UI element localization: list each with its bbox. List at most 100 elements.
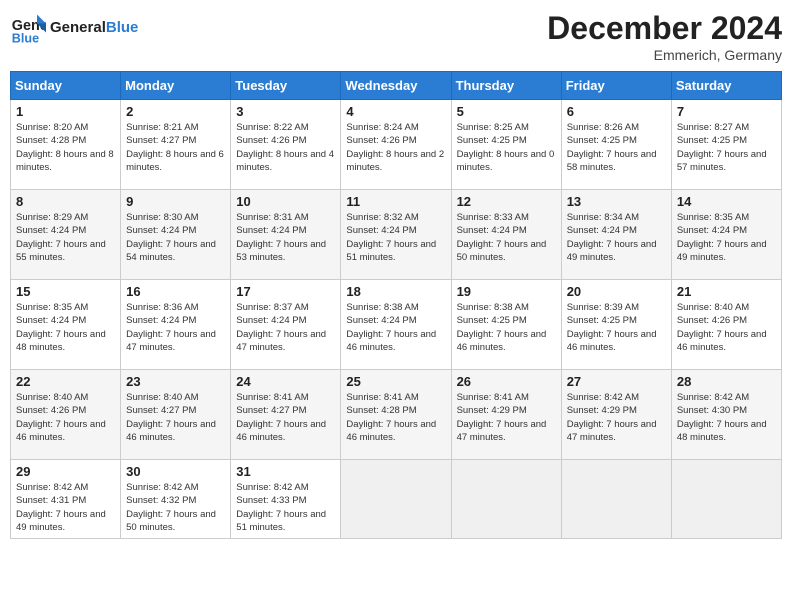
weekday-header-cell: Sunday [11,72,121,100]
day-info: Sunrise: 8:38 AMSunset: 4:25 PMDaylight:… [457,301,556,354]
month-title: December 2024 [547,10,782,47]
calendar-day-cell: 29 Sunrise: 8:42 AMSunset: 4:31 PMDayligh… [11,460,121,539]
day-info: Sunrise: 8:40 AMSunset: 4:26 PMDaylight:… [677,301,776,354]
logo: General Blue GeneralBlue [10,10,138,46]
calendar-day-cell: 24 Sunrise: 8:41 AMSunset: 4:27 PMDayligh… [231,370,341,460]
day-info: Sunrise: 8:40 AMSunset: 4:26 PMDaylight:… [16,391,115,444]
calendar-day-cell [341,460,451,539]
calendar-day-cell: 23 Sunrise: 8:40 AMSunset: 4:27 PMDayligh… [121,370,231,460]
weekday-header-cell: Saturday [671,72,781,100]
day-info: Sunrise: 8:42 AMSunset: 4:33 PMDaylight:… [236,481,335,534]
day-info: Sunrise: 8:31 AMSunset: 4:24 PMDaylight:… [236,211,335,264]
weekday-header-cell: Tuesday [231,72,341,100]
calendar-day-cell: 14Sunrise: 8:35 AMSunset: 4:24 PMDayligh… [671,190,781,280]
day-info: Sunrise: 8:42 AMSunset: 4:31 PMDaylight:… [16,481,115,534]
calendar-week-row: 22 Sunrise: 8:40 AMSunset: 4:26 PMDayligh… [11,370,782,460]
day-info: Sunrise: 8:32 AMSunset: 4:24 PMDaylight:… [346,211,445,264]
calendar-day-cell: 20Sunrise: 8:39 AMSunset: 4:25 PMDayligh… [561,280,671,370]
day-info: Sunrise: 8:41 AMSunset: 4:28 PMDaylight:… [346,391,445,444]
day-info: Sunrise: 8:26 AMSunset: 4:25 PMDaylight:… [567,121,666,174]
logo-icon: General Blue [10,10,46,46]
day-info: Sunrise: 8:42 AMSunset: 4:32 PMDaylight:… [126,481,225,534]
calendar-day-cell: 30 Sunrise: 8:42 AMSunset: 4:32 PMDayligh… [121,460,231,539]
calendar-day-cell: 5Sunrise: 8:25 AMSunset: 4:25 PMDaylight… [451,100,561,190]
calendar-day-cell: 25 Sunrise: 8:41 AMSunset: 4:28 PMDayligh… [341,370,451,460]
day-number: 1 [16,104,115,119]
day-number: 13 [567,194,666,209]
day-info: Sunrise: 8:24 AMSunset: 4:26 PMDaylight:… [346,121,445,174]
day-number: 4 [346,104,445,119]
calendar-day-cell: 15Sunrise: 8:35 AMSunset: 4:24 PMDayligh… [11,280,121,370]
day-number: 16 [126,284,225,299]
calendar-day-cell: 12 Sunrise: 8:33 AMSunset: 4:24 PMDayligh… [451,190,561,280]
day-number: 21 [677,284,776,299]
calendar-day-cell: 31Sunrise: 8:42 AMSunset: 4:33 PMDayligh… [231,460,341,539]
day-info: Sunrise: 8:35 AMSunset: 4:24 PMDaylight:… [16,301,115,354]
calendar-day-cell: 26Sunrise: 8:41 AMSunset: 4:29 PMDayligh… [451,370,561,460]
calendar-day-cell [451,460,561,539]
day-number: 24 [236,374,335,389]
calendar-day-cell: 1 Sunrise: 8:20 AMSunset: 4:28 PMDaylight… [11,100,121,190]
calendar-day-cell: 2 Sunrise: 8:21 AMSunset: 4:27 PMDaylight… [121,100,231,190]
day-number: 30 [126,464,225,479]
calendar-day-cell: 10 Sunrise: 8:31 AMSunset: 4:24 PMDayligh… [231,190,341,280]
day-number: 7 [677,104,776,119]
calendar-day-cell [561,460,671,539]
calendar-day-cell: 16 Sunrise: 8:36 AMSunset: 4:24 PMDayligh… [121,280,231,370]
weekday-header-cell: Friday [561,72,671,100]
day-number: 8 [16,194,115,209]
day-number: 14 [677,194,776,209]
day-info: Sunrise: 8:42 AMSunset: 4:30 PMDaylight:… [677,391,776,444]
day-number: 22 [16,374,115,389]
day-info: Sunrise: 8:20 AMSunset: 4:28 PMDaylight:… [16,121,115,174]
calendar-day-cell: 27 Sunrise: 8:42 AMSunset: 4:29 PMDayligh… [561,370,671,460]
calendar-day-cell: 7 Sunrise: 8:27 AMSunset: 4:25 PMDaylight… [671,100,781,190]
header: General Blue GeneralBlue December 2024 E… [10,10,782,63]
location: Emmerich, Germany [547,47,782,63]
calendar-day-cell: 21 Sunrise: 8:40 AMSunset: 4:26 PMDayligh… [671,280,781,370]
day-info: Sunrise: 8:42 AMSunset: 4:29 PMDaylight:… [567,391,666,444]
day-info: Sunrise: 8:25 AMSunset: 4:25 PMDaylight:… [457,121,556,174]
day-info: Sunrise: 8:34 AMSunset: 4:24 PMDaylight:… [567,211,666,264]
day-info: Sunrise: 8:38 AMSunset: 4:24 PMDaylight:… [346,301,445,354]
weekday-header-cell: Monday [121,72,231,100]
day-number: 23 [126,374,225,389]
day-number: 27 [567,374,666,389]
calendar-day-cell: 6 Sunrise: 8:26 AMSunset: 4:25 PMDaylight… [561,100,671,190]
day-info: Sunrise: 8:37 AMSunset: 4:24 PMDaylight:… [236,301,335,354]
calendar-table: SundayMondayTuesdayWednesdayThursdayFrid… [10,71,782,539]
calendar-day-cell: 17Sunrise: 8:37 AMSunset: 4:24 PMDayligh… [231,280,341,370]
day-info: Sunrise: 8:22 AMSunset: 4:26 PMDaylight:… [236,121,335,174]
day-info: Sunrise: 8:21 AMSunset: 4:27 PMDaylight:… [126,121,225,174]
calendar-day-cell [671,460,781,539]
day-number: 26 [457,374,556,389]
day-number: 10 [236,194,335,209]
day-number: 29 [16,464,115,479]
day-info: Sunrise: 8:30 AMSunset: 4:24 PMDaylight:… [126,211,225,264]
day-number: 9 [126,194,225,209]
logo-text: GeneralBlue [50,20,138,37]
day-number: 2 [126,104,225,119]
weekday-header-cell: Thursday [451,72,561,100]
day-info: Sunrise: 8:36 AMSunset: 4:24 PMDaylight:… [126,301,225,354]
calendar-week-row: 15Sunrise: 8:35 AMSunset: 4:24 PMDayligh… [11,280,782,370]
calendar-week-row: 29 Sunrise: 8:42 AMSunset: 4:31 PMDayligh… [11,460,782,539]
svg-text:Blue: Blue [12,31,39,45]
weekday-header-cell: Wednesday [341,72,451,100]
day-number: 18 [346,284,445,299]
day-number: 3 [236,104,335,119]
day-number: 25 [346,374,445,389]
calendar-day-cell: 4 Sunrise: 8:24 AMSunset: 4:26 PMDaylight… [341,100,451,190]
day-info: Sunrise: 8:29 AMSunset: 4:24 PMDaylight:… [16,211,115,264]
day-info: Sunrise: 8:27 AMSunset: 4:25 PMDaylight:… [677,121,776,174]
day-info: Sunrise: 8:40 AMSunset: 4:27 PMDaylight:… [126,391,225,444]
calendar-week-row: 8 Sunrise: 8:29 AMSunset: 4:24 PMDaylight… [11,190,782,280]
day-number: 12 [457,194,556,209]
title-area: December 2024 Emmerich, Germany [547,10,782,63]
day-number: 6 [567,104,666,119]
calendar-day-cell: 13 Sunrise: 8:34 AMSunset: 4:24 PMDayligh… [561,190,671,280]
calendar-day-cell: 18 Sunrise: 8:38 AMSunset: 4:24 PMDayligh… [341,280,451,370]
calendar-day-cell: 22 Sunrise: 8:40 AMSunset: 4:26 PMDayligh… [11,370,121,460]
day-info: Sunrise: 8:41 AMSunset: 4:27 PMDaylight:… [236,391,335,444]
day-info: Sunrise: 8:33 AMSunset: 4:24 PMDaylight:… [457,211,556,264]
